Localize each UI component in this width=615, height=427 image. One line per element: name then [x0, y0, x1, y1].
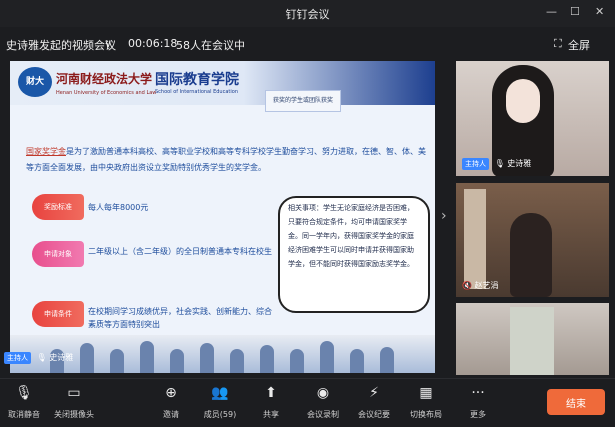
slide-note-box: 相关事项：学生无论家庭经济是否困难，只要符合规定条件，均可申请国家奖学金。同一学…: [278, 196, 430, 313]
minutes-label: 会议纪要: [358, 410, 390, 419]
tag-conditions: 申请条件: [32, 301, 84, 327]
participants-status: 58人在会议中: [176, 39, 245, 52]
layout-label: 切换布局: [410, 410, 442, 419]
tag-applicants: 申请对象: [32, 241, 84, 267]
university-logo: 财大: [18, 67, 52, 97]
school-name-cn: 国际教育学院: [155, 72, 239, 88]
university-name-cn: 河南财经政法大学: [56, 72, 153, 86]
meeting-toolbar: 🎙 取消静音 ▭ 关闭摄像头 ⊕ 邀请 👥 成员(59) ⬆ 共享 ◉ 会议录制…: [0, 378, 615, 427]
tile-name-label: 🔇 赵艺涓: [462, 280, 499, 291]
participant-tile[interactable]: [456, 303, 609, 375]
participant-name: 史诗雅: [507, 159, 532, 168]
more-icon: ···: [471, 385, 485, 401]
tile-name-label: 主持人 🎙 史诗雅: [462, 158, 531, 170]
share-screen-icon: ⬆: [265, 385, 277, 401]
school-name-en: School of International Education: [155, 89, 238, 95]
participant-video-door: [464, 189, 486, 289]
item-award-standard: 每人每年8000元: [88, 203, 149, 212]
participant-video-figure: [510, 307, 554, 375]
more-button[interactable]: ··· 更多: [448, 383, 508, 420]
meeting-duration: 00:06:18: [128, 37, 178, 50]
host-badge: 主持人: [462, 158, 489, 170]
slide-header: 财大 河南财经政法大学 Henan University of Economic…: [10, 61, 435, 105]
slide-crowd-illustration: [10, 335, 435, 373]
share-button[interactable]: ⬆ 共享: [241, 383, 301, 420]
microphone-muted-icon: 🔇: [462, 281, 472, 290]
tag-award-standard: 奖励标准: [32, 194, 84, 220]
minimize-button[interactable]: —: [546, 5, 557, 18]
intro-text: 是为了激励普通本科高校、高等职业学校和高等专科学校学生勤奋学习、努力进取，在德、…: [26, 147, 426, 172]
meeting-name[interactable]: 史诗雅发起的视频会议: [6, 37, 116, 53]
intro-keyword: 国家奖学金: [26, 147, 66, 156]
participant-name: 赵艺涓: [474, 281, 499, 290]
layout-button[interactable]: ▦ 切换布局: [396, 383, 456, 420]
university-name-en: Henan University of Economics and Law: [56, 90, 157, 96]
end-meeting-button[interactable]: 结束: [547, 389, 605, 415]
slide-intro: 国家奖学金是为了激励普通本科高校、高等职业学校和高等专科学校学生勤奋学习、努力进…: [26, 144, 431, 176]
participant-video-figure: [510, 213, 552, 297]
meeting-info-bar: 史诗雅发起的视频会议 ∨ 00:06:18 58人在会议中 ⛶ 全屏: [0, 27, 615, 59]
item-conditions: 在校期间学习成绩优异，社会实践、创新能力、综合素质等方面特别突出: [88, 307, 272, 329]
camera-off-label: 关闭摄像头: [54, 410, 94, 419]
share-label: 共享: [263, 410, 279, 419]
participant-tile[interactable]: 🔇 赵艺涓: [456, 183, 609, 297]
speaker-name: 史诗雅: [49, 353, 74, 362]
more-label: 更多: [470, 410, 486, 419]
shared-screen: 财大 河南财经政法大学 Henan University of Economic…: [10, 61, 435, 373]
slide-notice-box: 获奖的学生或团队获奖: [265, 90, 341, 112]
microphone-icon: 🎙: [36, 353, 47, 362]
minutes-button[interactable]: ⚡ 会议纪要: [344, 383, 404, 420]
camera-icon: ▭: [67, 385, 81, 401]
chevron-down-icon[interactable]: ∨: [104, 37, 112, 50]
layout-grid-icon: ▦: [419, 385, 433, 401]
chevron-right-icon[interactable]: ›: [441, 208, 453, 226]
minutes-icon: ⚡: [369, 385, 379, 401]
participant-tile[interactable]: 主持人 🎙 史诗雅: [456, 61, 609, 176]
window-title: 钉钉会议: [285, 8, 330, 21]
active-speaker-label: 主持人 🎙 史诗雅: [4, 352, 73, 364]
camera-off-button[interactable]: ▭ 关闭摄像头: [44, 383, 104, 420]
item-applicants: 二年级以上（含二年级）的全日制普通本专科在校生: [88, 247, 272, 256]
window-titlebar: 钉钉会议 — ☐ ✕: [0, 0, 615, 27]
fullscreen-button[interactable]: 全屏: [568, 37, 590, 53]
fullscreen-icon[interactable]: ⛶: [554, 37, 562, 51]
microphone-icon: 🎙: [494, 159, 505, 168]
host-badge: 主持人: [4, 352, 31, 364]
participant-video-face: [506, 79, 540, 123]
maximize-button[interactable]: ☐: [570, 5, 580, 18]
close-button[interactable]: ✕: [595, 5, 604, 18]
